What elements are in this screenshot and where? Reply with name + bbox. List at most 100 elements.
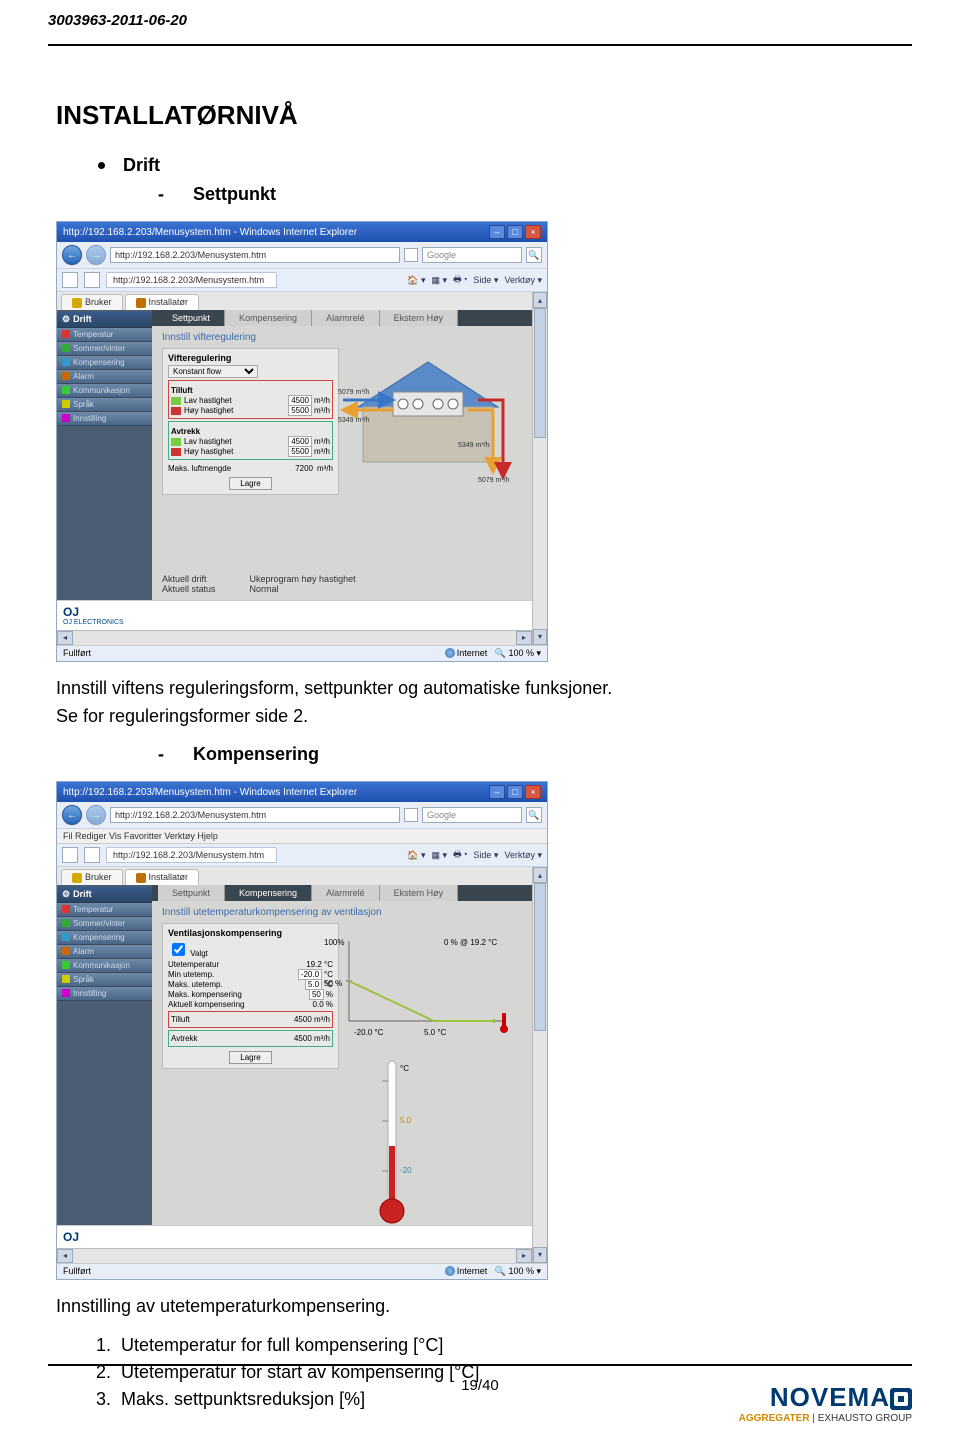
address-field[interactable]: http://192.168.2.203/Menusystem.htm bbox=[110, 247, 400, 263]
input-av-lav[interactable]: 4500 bbox=[288, 436, 312, 447]
svg-text:-20.0 °C: -20.0 °C bbox=[400, 1166, 412, 1175]
maximize-button[interactable]: □ bbox=[507, 785, 523, 799]
save-button[interactable]: Lagre bbox=[229, 1051, 271, 1064]
sidebar-item-sprak[interactable]: Språk bbox=[57, 973, 152, 987]
role-tabs: Bruker Installatør bbox=[57, 867, 532, 885]
refresh-button[interactable] bbox=[404, 808, 418, 822]
ie-menubar[interactable]: Fil Rediger Vis Favoritter Verktøy Hjelp bbox=[57, 829, 547, 844]
sub-avtrekk: Avtrekk bbox=[171, 427, 330, 436]
form-header: Vifteregulering bbox=[168, 353, 333, 363]
ptab-ekstern-hoy[interactable]: Ekstern Høy bbox=[380, 885, 459, 901]
search-icon[interactable]: 🔍 bbox=[526, 807, 542, 823]
scroll-thumb[interactable] bbox=[534, 883, 546, 1030]
print-icon[interactable]: 🖶 ▾ bbox=[453, 847, 467, 863]
sidebar-item-sommervinter[interactable]: Sommer/vinter bbox=[57, 917, 152, 931]
sidebar-item-kompensering[interactable]: Kompensering bbox=[57, 356, 152, 370]
val-avtrekk: 4500 bbox=[294, 1034, 312, 1043]
status-row: Aktuell driftAktuell status Ukeprogram h… bbox=[162, 574, 356, 594]
horizontal-scrollbar[interactable]: ◂▸ bbox=[57, 1248, 532, 1263]
add-favorite-icon[interactable] bbox=[84, 847, 100, 863]
page-title: INSTALLATØRNIVÅ bbox=[56, 100, 888, 131]
sidebar-item-innstilling[interactable]: Innstilling bbox=[57, 412, 152, 426]
ptab-settpunkt[interactable]: Settpunkt bbox=[158, 885, 225, 901]
status-left: Fullført bbox=[63, 648, 91, 658]
sidebar-item-kommunikasjon[interactable]: Kommunikasjon bbox=[57, 959, 152, 973]
tools-menu[interactable]: Verktøy ▾ bbox=[504, 850, 542, 861]
list-item-1: 1. Utetemperatur for full kompensering [… bbox=[96, 1332, 888, 1359]
sidebar-group-drift[interactable]: ⚙Drift bbox=[57, 887, 152, 903]
tab-bruker[interactable]: Bruker bbox=[61, 294, 123, 310]
sidebar: ⚙Drift Temperatur Sommer/vinter Kompense… bbox=[57, 310, 152, 600]
sidebar-item-alarm[interactable]: Alarm bbox=[57, 370, 152, 384]
search-field[interactable]: Google bbox=[422, 247, 522, 263]
dash-settpunkt-label: Settpunkt bbox=[193, 184, 276, 204]
input-av-hoy[interactable]: 5500 bbox=[288, 446, 312, 457]
compensation-chart: 100% 50 % -20.0 °C 5.0 °C 0 % @ 19.2 °C bbox=[324, 931, 514, 1041]
tab-installator[interactable]: Installatør bbox=[125, 869, 200, 885]
page-menu[interactable]: Side ▾ bbox=[473, 850, 498, 861]
sidebar-group-drift[interactable]: ⚙Drift bbox=[57, 312, 152, 328]
sidebar-item-temperatur[interactable]: Temperatur bbox=[57, 903, 152, 917]
ptab-alarmrele[interactable]: Alarmrelé bbox=[312, 885, 380, 901]
home-icon[interactable]: 🏠 ▾ bbox=[407, 850, 425, 861]
refresh-button[interactable] bbox=[404, 248, 418, 262]
minimize-button[interactable]: – bbox=[489, 225, 505, 239]
ptab-settpunkt[interactable]: Settpunkt bbox=[158, 310, 225, 326]
browser-tab[interactable]: http://192.168.2.203/Menusystem.htm bbox=[106, 272, 277, 288]
screenshot-kompensering: http://192.168.2.203/Menusystem.htm - Wi… bbox=[56, 781, 548, 1280]
sidebar-item-sprak[interactable]: Språk bbox=[57, 398, 152, 412]
role-tabs: Bruker Installatør bbox=[57, 292, 532, 310]
sidebar-item-sommervinter[interactable]: Sommer/vinter bbox=[57, 342, 152, 356]
scroll-thumb[interactable] bbox=[534, 308, 546, 438]
globe-icon bbox=[445, 1266, 455, 1276]
sidebar-item-kompensering[interactable]: Kompensering bbox=[57, 931, 152, 945]
ptab-kompensering[interactable]: Kompensering bbox=[225, 885, 312, 901]
browser-tab[interactable]: http://192.168.2.203/Menusystem.htm bbox=[106, 847, 277, 863]
close-button[interactable]: × bbox=[525, 785, 541, 799]
input-tl-lav[interactable]: 4500 bbox=[288, 395, 312, 406]
ptab-alarmrele[interactable]: Alarmrelé bbox=[312, 310, 380, 326]
wrench-icon bbox=[136, 298, 146, 308]
horizontal-scrollbar[interactable]: ◂▸ bbox=[57, 630, 532, 645]
svg-text:5.0 °C: 5.0 °C bbox=[400, 1116, 412, 1125]
add-favorite-icon[interactable] bbox=[84, 272, 100, 288]
window-titlebar: http://192.168.2.203/Menusystem.htm - Wi… bbox=[57, 782, 547, 802]
checkbox-valgt[interactable] bbox=[172, 943, 185, 956]
sidebar-item-temperatur[interactable]: Temperatur bbox=[57, 328, 152, 342]
favorites-icon[interactable] bbox=[62, 272, 78, 288]
screenshot-settpunkt: http://192.168.2.203/Menusystem.htm - Wi… bbox=[56, 221, 548, 662]
select-reguleringsform[interactable]: Konstant flow bbox=[168, 365, 258, 378]
vertical-scrollbar[interactable]: ▴ ▾ bbox=[532, 292, 547, 645]
svg-text:0 % @ 19.2 °C: 0 % @ 19.2 °C bbox=[444, 938, 497, 947]
close-button[interactable]: × bbox=[525, 225, 541, 239]
globe-icon bbox=[445, 648, 455, 658]
sidebar-item-kommunikasjon[interactable]: Kommunikasjon bbox=[57, 384, 152, 398]
sidebar-item-alarm[interactable]: Alarm bbox=[57, 945, 152, 959]
minimize-button[interactable]: – bbox=[489, 785, 505, 799]
input-tl-hoy[interactable]: 5500 bbox=[288, 405, 312, 416]
tab-installator[interactable]: Installatør bbox=[125, 294, 200, 310]
print-icon[interactable]: 🖶 ▾ bbox=[453, 272, 467, 288]
feed-icon[interactable]: ▦ ▾ bbox=[432, 850, 448, 861]
ptab-kompensering[interactable]: Kompensering bbox=[225, 310, 312, 326]
favorites-icon[interactable] bbox=[62, 847, 78, 863]
tab-bruker[interactable]: Bruker bbox=[61, 869, 123, 885]
back-button[interactable]: ← bbox=[62, 245, 82, 265]
ptab-ekstern-hoy[interactable]: Ekstern Høy bbox=[380, 310, 459, 326]
address-field[interactable]: http://192.168.2.203/Menusystem.htm bbox=[110, 807, 400, 823]
doc-header-id: 3003963-2011-06-20 bbox=[48, 12, 187, 29]
search-icon[interactable]: 🔍 bbox=[526, 247, 542, 263]
feed-icon[interactable]: ▦ ▾ bbox=[432, 275, 448, 286]
input-maks-kompensering[interactable]: 50 bbox=[309, 989, 324, 1000]
back-button[interactable]: ← bbox=[62, 805, 82, 825]
save-button[interactable]: Lagre bbox=[229, 477, 271, 490]
home-icon[interactable]: 🏠 ▾ bbox=[407, 275, 425, 286]
forward-button[interactable]: → bbox=[86, 245, 106, 265]
search-field[interactable]: Google bbox=[422, 807, 522, 823]
page-menu[interactable]: Side ▾ bbox=[473, 275, 498, 286]
forward-button[interactable]: → bbox=[86, 805, 106, 825]
sidebar-item-innstilling[interactable]: Innstilling bbox=[57, 987, 152, 1001]
vertical-scrollbar[interactable]: ▴ ▾ bbox=[532, 867, 547, 1263]
maximize-button[interactable]: □ bbox=[507, 225, 523, 239]
tools-menu[interactable]: Verktøy ▾ bbox=[504, 275, 542, 286]
